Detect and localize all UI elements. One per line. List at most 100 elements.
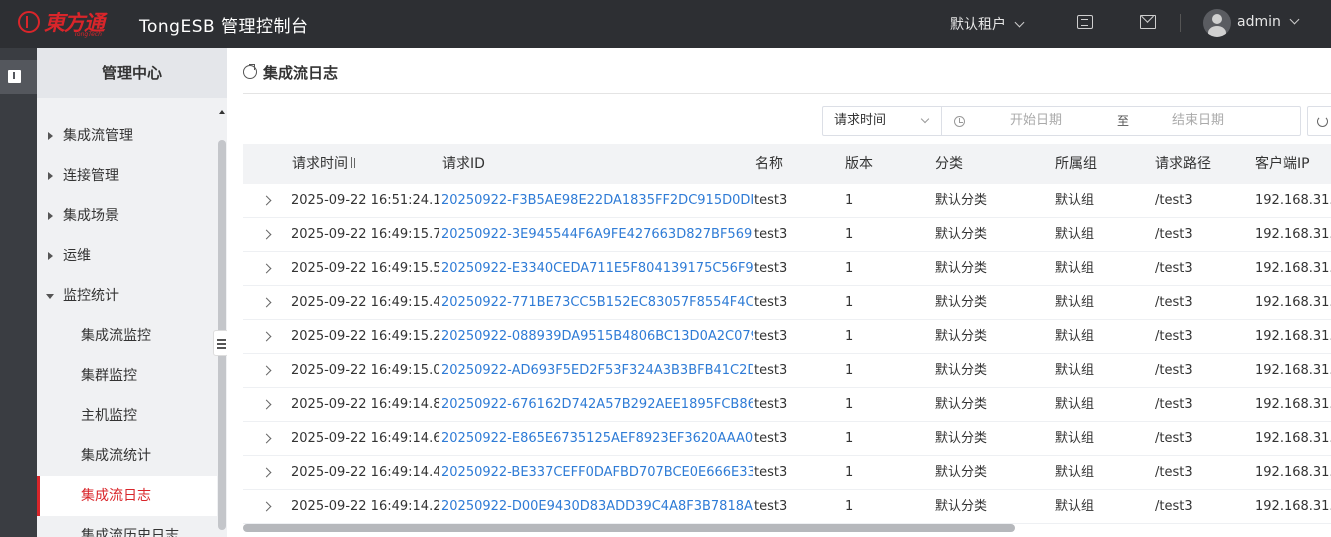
- page-title: 集成流日志: [263, 64, 339, 82]
- chevron-right-icon[interactable]: [261, 297, 272, 308]
- cell-group: 默认组: [1055, 329, 1095, 344]
- refresh-button[interactable]: [1307, 106, 1331, 136]
- company-logo[interactable]: 東方通 TongTech: [18, 7, 118, 39]
- table-row[interactable]: 2025-09-22 16:49:15.0... 20250922-AD693F5…: [243, 354, 1331, 388]
- chevron-right-icon[interactable]: [261, 263, 272, 274]
- rail-item-management[interactable]: [0, 60, 37, 94]
- table-row[interactable]: 2025-09-22 16:49:15.7... 20250922-3E94554…: [243, 218, 1331, 252]
- title-divider: [243, 93, 1331, 94]
- table-row[interactable]: 2025-09-22 16:49:14.8... 20250922-676162D…: [243, 388, 1331, 422]
- cell-request-id[interactable]: 20250922-676162D742A57B292AEE1895FCB861.…: [441, 388, 753, 422]
- cell-request-id[interactable]: 20250922-D00E9430D83ADD39C4A8F3B7818AF..…: [441, 490, 753, 524]
- cell-path: /test3: [1155, 465, 1193, 480]
- sidebar-group-monitoring[interactable]: 监控统计: [37, 276, 217, 316]
- sidebar-group-connection-management[interactable]: 连接管理: [37, 156, 217, 196]
- sidebar-group-flow-management[interactable]: 集成流管理: [37, 116, 217, 156]
- cell-client-ip: 192.168.31.1: [1255, 499, 1331, 514]
- cell-client-ip: 192.168.31.1: [1255, 431, 1331, 446]
- cell-name: test3: [754, 397, 788, 412]
- cell-request-id[interactable]: 20250922-AD693F5ED2F53F324A3B3BFB41C2DF.…: [441, 354, 753, 388]
- column-header-request-time[interactable]: 请求时间: [292, 144, 360, 184]
- sidebar-group-operations[interactable]: 运维: [37, 236, 217, 276]
- cell-request-id[interactable]: 20250922-E865E6735125AEF8923EF3620AAA0BE…: [441, 422, 753, 456]
- table-row[interactable]: 2025-09-22 16:49:14.2... 20250922-D00E943…: [243, 490, 1331, 524]
- chevron-right-icon[interactable]: [261, 467, 272, 478]
- table-row[interactable]: 2025-09-22 16:49:14.6... 20250922-E865E67…: [243, 422, 1331, 456]
- top-header: 東方通 TongTech TongESB 管理控制台 默认租户 admin: [0, 0, 1331, 48]
- table-row[interactable]: 2025-09-22 16:49:15.2... 20250922-088939D…: [243, 320, 1331, 354]
- sidebar-item-flow-statistics[interactable]: 集成流统计: [37, 436, 217, 476]
- table-row[interactable]: 2025-09-22 16:49:14.4... 20250922-BE337CE…: [243, 456, 1331, 490]
- caret-right-icon: [48, 212, 53, 220]
- column-header-name: 名称: [755, 156, 783, 172]
- time-field-select[interactable]: 请求时间: [822, 106, 942, 136]
- scrollbar-thumb[interactable]: [243, 524, 1015, 532]
- sidebar-group-label: 集成场景: [63, 208, 119, 224]
- main-content: 集成流日志 请求时间 开始日期 至 结束日期 请求时间 请求ID 名称 版本 分…: [227, 48, 1331, 537]
- cell-request-time: 2025-09-22 16:49:15.0...: [291, 363, 439, 378]
- cell-version: 1: [845, 329, 854, 344]
- cell-category: 默认分类: [935, 329, 988, 344]
- menu-line: [217, 339, 226, 341]
- chevron-down-icon: [920, 114, 930, 124]
- cell-group: 默认组: [1055, 397, 1095, 412]
- sidebar-item-flow-history-log[interactable]: 集成流历史日志: [37, 516, 217, 537]
- chevron-right-icon[interactable]: [261, 229, 272, 240]
- sidebar-scrollbar[interactable]: [217, 106, 227, 537]
- sidebar: 管理中心 集成流管理 连接管理 集成场景 运维 监控统计 集成流监控 集群监控 …: [37, 48, 227, 537]
- table-row[interactable]: 2025-09-22 16:49:15.5... 20250922-E3340CE…: [243, 252, 1331, 286]
- cell-request-time: 2025-09-22 16:49:14.2...: [291, 499, 439, 514]
- cell-request-id[interactable]: 20250922-088939DA9515B4806BC13D0A2C079..…: [441, 320, 753, 354]
- chevron-right-icon[interactable]: [261, 195, 272, 206]
- cell-category: 默认分类: [935, 227, 988, 242]
- mail-icon[interactable]: [1140, 15, 1156, 29]
- sidebar-item-label: 集群监控: [81, 368, 137, 384]
- chevron-down-icon: [1289, 14, 1300, 25]
- cell-category: 默认分类: [935, 295, 988, 310]
- scroll-up-icon[interactable]: [219, 110, 225, 114]
- sidebar-item-flow-log[interactable]: 集成流日志: [37, 476, 217, 516]
- sidebar-item-host-monitor[interactable]: 主机监控: [37, 396, 217, 436]
- cell-request-time: 2025-09-22 16:51:24.1...: [291, 193, 439, 208]
- user-dropdown[interactable]: admin: [1237, 14, 1300, 30]
- column-header-version: 版本: [845, 156, 873, 172]
- chevron-right-icon[interactable]: [261, 399, 272, 410]
- sidebar-group-label: 监控统计: [63, 288, 119, 304]
- sidebar-title: 管理中心: [37, 48, 227, 98]
- chevron-right-icon[interactable]: [261, 365, 272, 376]
- start-date-input[interactable]: 开始日期: [1010, 107, 1062, 135]
- cell-category: 默认分类: [935, 499, 988, 514]
- cell-request-id[interactable]: 20250922-F3B5AE98E22DA1835FF2DC915D0DF0.…: [441, 184, 753, 218]
- cell-version: 1: [845, 193, 854, 208]
- cell-request-id[interactable]: 20250922-E3340CEDA711E5F804139175C56F935…: [441, 252, 753, 286]
- cell-path: /test3: [1155, 363, 1193, 378]
- cell-request-id[interactable]: 20250922-3E945544F6A9FE427663D827BF56913…: [441, 218, 753, 252]
- cell-path: /test3: [1155, 295, 1193, 310]
- cell-name: test3: [754, 261, 788, 276]
- date-range-picker[interactable]: 开始日期 至 结束日期: [941, 106, 1301, 136]
- caret-right-icon: [48, 132, 53, 140]
- chevron-right-icon[interactable]: [261, 501, 272, 512]
- user-avatar-icon[interactable]: [1203, 9, 1231, 37]
- chevron-right-icon[interactable]: [261, 433, 272, 444]
- table-row[interactable]: 2025-09-22 16:51:24.1... 20250922-F3B5AE9…: [243, 184, 1331, 218]
- cell-version: 1: [845, 465, 854, 480]
- end-date-input[interactable]: 结束日期: [1172, 107, 1224, 135]
- sidebar-item-flow-monitor[interactable]: 集成流监控: [37, 316, 217, 356]
- document-icon[interactable]: [1077, 15, 1093, 29]
- chevron-right-icon[interactable]: [261, 331, 272, 342]
- cell-version: 1: [845, 431, 854, 446]
- cell-category: 默认分类: [935, 465, 988, 480]
- cell-request-id[interactable]: 20250922-BE337CEFF0DAFBD707BCE0E666E33B.…: [441, 456, 753, 490]
- cell-request-time: 2025-09-22 16:49:15.5...: [291, 261, 439, 276]
- cell-request-time: 2025-09-22 16:49:15.2...: [291, 329, 439, 344]
- cell-group: 默认组: [1055, 363, 1095, 378]
- table-horizontal-scrollbar[interactable]: [243, 524, 1331, 532]
- tenant-dropdown[interactable]: 默认租户: [950, 14, 1025, 34]
- sidebar-group-scenarios[interactable]: 集成场景: [37, 196, 217, 236]
- table-row[interactable]: 2025-09-22 16:49:15.4... 20250922-771BE73…: [243, 286, 1331, 320]
- cell-request-id[interactable]: 20250922-771BE73CC5B152EC83057F8554F4CB7…: [441, 286, 753, 320]
- sidebar-item-cluster-monitor[interactable]: 集群监控: [37, 356, 217, 396]
- column-header-group: 所属组: [1055, 156, 1097, 172]
- sort-icon[interactable]: [350, 157, 360, 169]
